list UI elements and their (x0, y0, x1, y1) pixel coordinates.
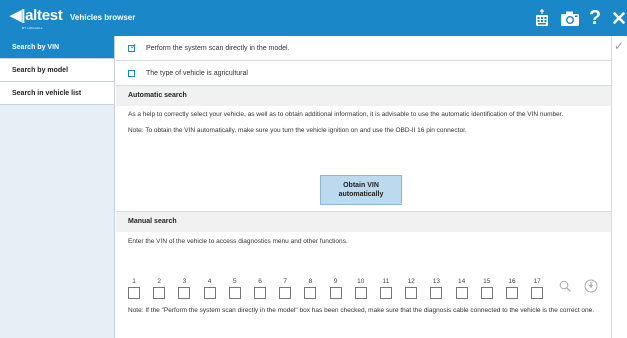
vin-position-label: 13 (432, 278, 440, 285)
help-icon[interactable]: ? (589, 7, 601, 29)
vin-character-input[interactable] (128, 287, 140, 299)
top-bar: ◀|altest BY HOGAALL Vehicles browser ? (0, 0, 627, 36)
vin-position-label: 11 (382, 278, 390, 285)
vin-position-label: 2 (157, 278, 161, 285)
automatic-search-description: As a help to correctly select your vehic… (128, 111, 564, 118)
agricultural-option-label: The type of vehicle is agricultural (146, 69, 248, 77)
search-icon[interactable] (559, 280, 571, 292)
vin-character-input[interactable] (153, 287, 166, 299)
vin-position-label: 15 (483, 278, 491, 285)
logo-subtitle: BY HOGAALL (22, 26, 43, 30)
vin-character-input[interactable] (455, 287, 468, 299)
divider (611, 36, 612, 338)
page-title: Vehicles browser (70, 13, 136, 22)
sidebar-item-search-in-vehicle-list[interactable]: Search in vehicle list (0, 82, 114, 105)
sidebar-item-search-by-model[interactable]: Search by model (0, 59, 114, 82)
scan-option-row: ✓ Perform the system scan directly in th… (116, 36, 611, 61)
vin-position-label: 4 (207, 278, 212, 285)
vin-character-input[interactable] (329, 287, 342, 299)
obtain-vin-button[interactable]: Obtain VIN automatically (320, 175, 402, 205)
vin-character-input[interactable] (506, 287, 518, 299)
vin-character-input[interactable] (279, 287, 292, 299)
vin-character-input[interactable] (304, 287, 317, 299)
vin-position-label: 14 (457, 278, 466, 285)
automatic-search-note: Note: To obtain the VIN automatically, m… (128, 127, 467, 134)
keyboard-icon[interactable] (535, 9, 549, 27)
vin-position-label: 9 (333, 278, 338, 285)
vin-character-input[interactable] (203, 287, 216, 299)
close-icon[interactable] (612, 10, 626, 26)
camera-icon[interactable] (560, 11, 580, 27)
vin-character-input[interactable] (405, 287, 418, 299)
vin-character-input[interactable] (178, 287, 191, 299)
vin-character-input[interactable] (254, 287, 266, 299)
agricultural-option-row: The type of vehicle is agricultural (116, 61, 611, 86)
manual-search-note: Note: If the "Perform the system scan di… (128, 307, 595, 314)
manual-search-heading: Manual search (116, 212, 611, 232)
vin-position-label: 10 (357, 278, 365, 285)
manual-search-instruction: Enter the VIN of the vehicle to access d… (128, 238, 348, 245)
vin-character-input[interactable] (430, 287, 443, 299)
vin-character-input[interactable] (480, 287, 493, 299)
vin-position-label: 3 (182, 278, 187, 285)
checkmark-icon: ✓ (613, 39, 625, 53)
vin-position-label: 17 (533, 278, 541, 285)
scan-checkbox[interactable]: ✓ (128, 41, 137, 52)
vin-character-input[interactable] (531, 287, 544, 299)
vin-position-label: 1 (132, 278, 136, 285)
vin-position-label: 12 (407, 278, 415, 285)
sidebar-item-search-by-vin[interactable]: Search by VIN (0, 36, 114, 59)
agricultural-checkbox[interactable] (128, 69, 135, 77)
vin-position-label: 16 (508, 278, 516, 285)
vin-position-label: 8 (308, 278, 313, 285)
scan-option-label: Perform the system scan directly in the … (146, 44, 290, 52)
manual-search-section: Manual search Enter the VIN of the vehic… (116, 212, 611, 247)
vin-character-input[interactable] (380, 287, 392, 299)
vin-position-label: 5 (232, 278, 237, 285)
automatic-search-heading: Automatic search (116, 86, 611, 106)
vin-position-label: 7 (283, 278, 287, 285)
sidebar: Search by VIN Search by model Search in … (0, 36, 115, 338)
vin-character-input[interactable] (354, 287, 367, 299)
vin-character-input[interactable] (228, 287, 241, 299)
next-arrow-icon[interactable] (584, 279, 598, 293)
checkmark-icon: ✓ (130, 41, 137, 51)
main-panel: ✓ Perform the system scan directly in th… (116, 36, 611, 338)
logo: ◀|altest (10, 7, 63, 24)
vin-position-label: 6 (258, 278, 262, 285)
obtain-vin-button-label: Obtain VIN automatically (338, 182, 384, 198)
